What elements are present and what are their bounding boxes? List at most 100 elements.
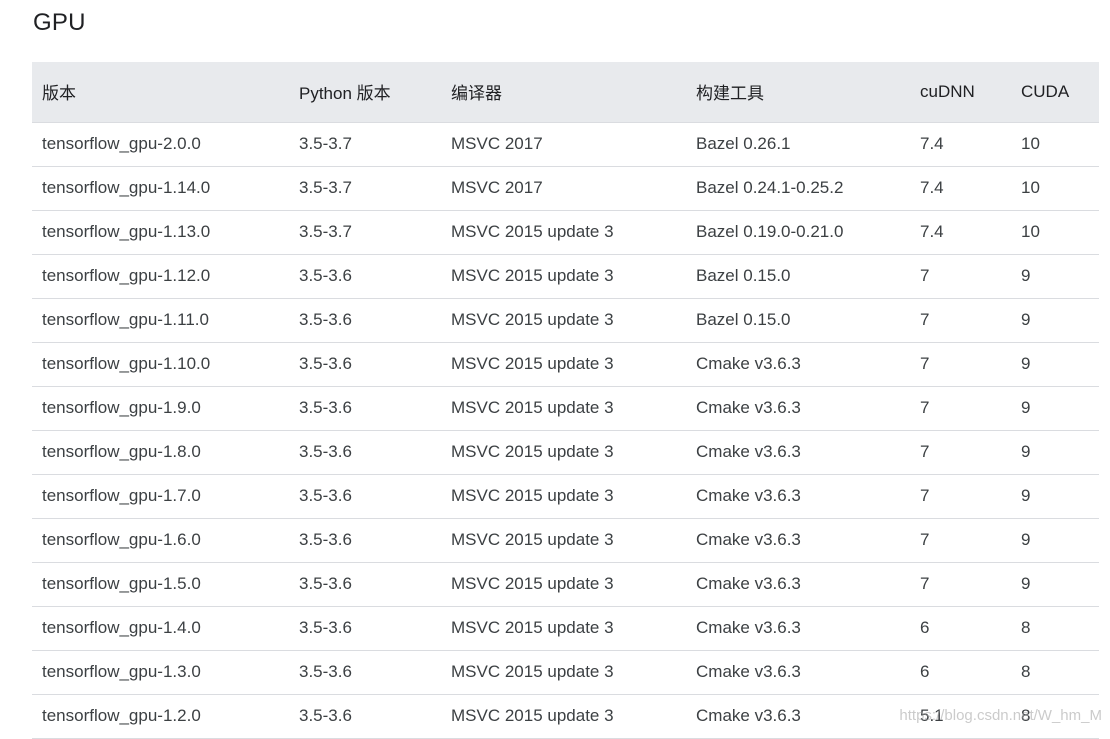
cell-cuda: 8 bbox=[1011, 650, 1099, 695]
cell-compiler: MSVC 2015 update 3 bbox=[441, 694, 686, 739]
cell-build-tool: Bazel 0.24.1-0.25.2 bbox=[686, 166, 910, 211]
cell-build-tool: Cmake v3.6.3 bbox=[686, 562, 910, 607]
cell-cuda: 9 bbox=[1011, 474, 1099, 519]
cell-build-tool: Cmake v3.6.3 bbox=[686, 430, 910, 475]
table-body: tensorflow_gpu-2.0.0 3.5-3.7 MSVC 2017 B… bbox=[32, 122, 1099, 739]
cell-version: tensorflow_gpu-1.6.0 bbox=[32, 518, 289, 563]
table-row: tensorflow_gpu-1.3.0 3.5-3.6 MSVC 2015 u… bbox=[32, 650, 1099, 695]
cell-python-version: 3.5-3.6 bbox=[289, 254, 441, 299]
cell-build-tool: Cmake v3.6.3 bbox=[686, 518, 910, 563]
cell-version: tensorflow_gpu-1.7.0 bbox=[32, 474, 289, 519]
cell-python-version: 3.5-3.6 bbox=[289, 518, 441, 563]
cell-cuda: 9 bbox=[1011, 254, 1099, 299]
table-header-row: 版本 Python 版本 编译器 构建工具 cuDNN CUDA bbox=[32, 62, 1099, 123]
cell-cuda: 8 bbox=[1011, 606, 1099, 651]
cell-python-version: 3.5-3.7 bbox=[289, 210, 441, 255]
cell-version: tensorflow_gpu-1.2.0 bbox=[32, 694, 289, 739]
cell-compiler: MSVC 2015 update 3 bbox=[441, 386, 686, 431]
cell-compiler: MSVC 2017 bbox=[441, 122, 686, 167]
cell-version: tensorflow_gpu-1.8.0 bbox=[32, 430, 289, 475]
cell-version: tensorflow_gpu-1.12.0 bbox=[32, 254, 289, 299]
cell-python-version: 3.5-3.6 bbox=[289, 386, 441, 431]
cell-python-version: 3.5-3.6 bbox=[289, 430, 441, 475]
header-compiler: 编译器 bbox=[441, 62, 686, 123]
cell-build-tool: Bazel 0.15.0 bbox=[686, 298, 910, 343]
cell-version: tensorflow_gpu-1.4.0 bbox=[32, 606, 289, 651]
cell-cuda: 10 bbox=[1011, 210, 1099, 255]
cell-build-tool: Bazel 0.26.1 bbox=[686, 122, 910, 167]
cell-build-tool: Bazel 0.19.0-0.21.0 bbox=[686, 210, 910, 255]
gpu-version-table: 版本 Python 版本 编译器 构建工具 cuDNN CUDA tensorf… bbox=[32, 62, 1099, 739]
cell-python-version: 3.5-3.6 bbox=[289, 342, 441, 387]
cell-compiler: MSVC 2015 update 3 bbox=[441, 650, 686, 695]
cell-cudnn: 7.4 bbox=[910, 122, 1011, 167]
cell-cuda: 9 bbox=[1011, 518, 1099, 563]
cell-version: tensorflow_gpu-1.10.0 bbox=[32, 342, 289, 387]
cell-cudnn: 7.4 bbox=[910, 210, 1011, 255]
cell-compiler: MSVC 2017 bbox=[441, 166, 686, 211]
page-title: GPU bbox=[33, 9, 86, 36]
cell-version: tensorflow_gpu-1.14.0 bbox=[32, 166, 289, 211]
cell-cudnn: 5.1 bbox=[910, 694, 1011, 739]
cell-compiler: MSVC 2015 update 3 bbox=[441, 562, 686, 607]
cell-compiler: MSVC 2015 update 3 bbox=[441, 254, 686, 299]
cell-python-version: 3.5-3.7 bbox=[289, 122, 441, 167]
table-row: tensorflow_gpu-1.6.0 3.5-3.6 MSVC 2015 u… bbox=[32, 518, 1099, 563]
table-row: tensorflow_gpu-1.4.0 3.5-3.6 MSVC 2015 u… bbox=[32, 606, 1099, 651]
cell-build-tool: Cmake v3.6.3 bbox=[686, 474, 910, 519]
cell-cudnn: 7.4 bbox=[910, 166, 1011, 211]
header-build-tool: 构建工具 bbox=[686, 62, 910, 123]
cell-build-tool: Cmake v3.6.3 bbox=[686, 650, 910, 695]
table-row: tensorflow_gpu-1.10.0 3.5-3.6 MSVC 2015 … bbox=[32, 342, 1099, 387]
cell-cudnn: 7 bbox=[910, 254, 1011, 299]
cell-cudnn: 7 bbox=[910, 518, 1011, 563]
cell-compiler: MSVC 2015 update 3 bbox=[441, 474, 686, 519]
cell-compiler: MSVC 2015 update 3 bbox=[441, 342, 686, 387]
table-row: tensorflow_gpu-1.11.0 3.5-3.6 MSVC 2015 … bbox=[32, 298, 1099, 343]
cell-version: tensorflow_gpu-1.5.0 bbox=[32, 562, 289, 607]
cell-python-version: 3.5-3.6 bbox=[289, 694, 441, 739]
cell-cudnn: 7 bbox=[910, 342, 1011, 387]
header-python-version: Python 版本 bbox=[289, 62, 441, 123]
table-row: tensorflow_gpu-1.5.0 3.5-3.6 MSVC 2015 u… bbox=[32, 562, 1099, 607]
cell-cuda: 8 bbox=[1011, 694, 1099, 739]
cell-cuda: 9 bbox=[1011, 562, 1099, 607]
cell-python-version: 3.5-3.6 bbox=[289, 562, 441, 607]
table-row: tensorflow_gpu-1.8.0 3.5-3.6 MSVC 2015 u… bbox=[32, 430, 1099, 475]
cell-cuda: 9 bbox=[1011, 298, 1099, 343]
cell-python-version: 3.5-3.6 bbox=[289, 650, 441, 695]
cell-python-version: 3.5-3.6 bbox=[289, 474, 441, 519]
cell-cudnn: 7 bbox=[910, 474, 1011, 519]
cell-version: tensorflow_gpu-1.11.0 bbox=[32, 298, 289, 343]
header-cudnn: cuDNN bbox=[910, 62, 1011, 123]
cell-cudnn: 6 bbox=[910, 650, 1011, 695]
cell-build-tool: Cmake v3.6.3 bbox=[686, 342, 910, 387]
cell-build-tool: Cmake v3.6.3 bbox=[686, 386, 910, 431]
header-cuda: CUDA bbox=[1011, 62, 1099, 123]
cell-compiler: MSVC 2015 update 3 bbox=[441, 430, 686, 475]
cell-compiler: MSVC 2015 update 3 bbox=[441, 210, 686, 255]
cell-python-version: 3.5-3.6 bbox=[289, 298, 441, 343]
table-row: tensorflow_gpu-1.2.0 3.5-3.6 MSVC 2015 u… bbox=[32, 694, 1099, 739]
table-header: 版本 Python 版本 编译器 构建工具 cuDNN CUDA bbox=[32, 62, 1099, 123]
cell-cuda: 9 bbox=[1011, 430, 1099, 475]
cell-python-version: 3.5-3.6 bbox=[289, 606, 441, 651]
table-row: tensorflow_gpu-1.9.0 3.5-3.6 MSVC 2015 u… bbox=[32, 386, 1099, 431]
cell-version: tensorflow_gpu-1.9.0 bbox=[32, 386, 289, 431]
header-version: 版本 bbox=[32, 62, 289, 123]
cell-cudnn: 7 bbox=[910, 562, 1011, 607]
cell-build-tool: Bazel 0.15.0 bbox=[686, 254, 910, 299]
cell-cuda: 10 bbox=[1011, 166, 1099, 211]
cell-version: tensorflow_gpu-1.3.0 bbox=[32, 650, 289, 695]
cell-cudnn: 7 bbox=[910, 386, 1011, 431]
cell-cuda: 9 bbox=[1011, 342, 1099, 387]
cell-python-version: 3.5-3.7 bbox=[289, 166, 441, 211]
table-row: tensorflow_gpu-1.7.0 3.5-3.6 MSVC 2015 u… bbox=[32, 474, 1099, 519]
cell-build-tool: Cmake v3.6.3 bbox=[686, 694, 910, 739]
table-row: tensorflow_gpu-1.12.0 3.5-3.6 MSVC 2015 … bbox=[32, 254, 1099, 299]
table-row: tensorflow_gpu-2.0.0 3.5-3.7 MSVC 2017 B… bbox=[32, 122, 1099, 167]
cell-cuda: 9 bbox=[1011, 386, 1099, 431]
table-row: tensorflow_gpu-1.14.0 3.5-3.7 MSVC 2017 … bbox=[32, 166, 1099, 211]
cell-version: tensorflow_gpu-2.0.0 bbox=[32, 122, 289, 167]
cell-cuda: 10 bbox=[1011, 122, 1099, 167]
